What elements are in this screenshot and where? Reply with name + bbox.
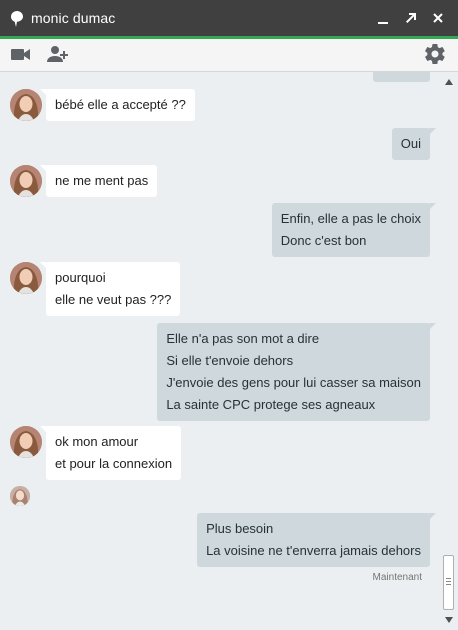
- video-camera-icon[interactable]: [11, 48, 30, 61]
- message-text: et pour la connexion: [55, 456, 173, 471]
- message-text: bébé elle a accepté ??: [55, 97, 186, 112]
- chat-title: monic dumac: [31, 10, 116, 26]
- message-text: pourquoi: [55, 270, 106, 285]
- message-text: J'envoie des gens pour lui casser sa mai…: [166, 375, 421, 390]
- contact-photo: [10, 165, 42, 197]
- message-bubble: ne me ment pas: [39, 165, 158, 197]
- message-text: ok mon amour: [55, 434, 139, 449]
- message-text: Oui: [400, 136, 421, 151]
- partial-message-bubble: [373, 72, 430, 82]
- contact-photo: [10, 426, 42, 458]
- popout-icon[interactable]: [404, 11, 418, 25]
- add-person-icon[interactable]: [47, 45, 69, 63]
- chat-bubble-icon: [11, 11, 23, 27]
- scroll-down-arrow-icon[interactable]: [444, 616, 454, 624]
- grip-icon: [446, 578, 451, 585]
- chat-title-bar[interactable]: monic dumac: [0, 0, 458, 39]
- scrollbar[interactable]: [440, 72, 458, 630]
- message-bubble: pourquoi elle ne veut pas ???: [39, 262, 181, 316]
- avatar[interactable]: [10, 262, 42, 294]
- message-bubble: ok mon amour et pour la connexion: [39, 426, 182, 480]
- scroll-up-arrow-icon[interactable]: [444, 78, 454, 86]
- scrollbar-thumb[interactable]: [443, 555, 454, 610]
- message-bubble: Oui: [391, 128, 437, 160]
- avatar[interactable]: [10, 426, 42, 458]
- avatar[interactable]: [10, 165, 42, 197]
- avatar[interactable]: [10, 89, 42, 121]
- message-list[interactable]: bébé elle a accepté ?? Oui ne me ment pa…: [0, 72, 440, 630]
- chat-toolbar: [0, 39, 458, 72]
- contact-photo: [10, 262, 42, 294]
- contact-photo: [10, 486, 30, 506]
- contact-photo: [10, 89, 42, 121]
- message-text: Donc c'est bon: [280, 233, 367, 248]
- gear-icon[interactable]: [425, 44, 445, 64]
- message-timestamp: Maintenant: [372, 572, 422, 583]
- message-bubble: Enfin, elle a pas le choix Donc c'est bo…: [271, 203, 437, 257]
- message-text: Enfin, elle a pas le choix: [280, 211, 421, 226]
- message-bubble: Plus besoin La voisine ne t'enverra jama…: [197, 513, 436, 567]
- message-text: La voisine ne t'enverra jamais dehors: [206, 543, 421, 558]
- message-text: Plus besoin: [206, 521, 274, 536]
- message-text: Elle n'a pas son mot a dire: [166, 331, 320, 346]
- message-bubble: Elle n'a pas son mot a dire Si elle t'en…: [157, 323, 436, 421]
- message-text: ne me ment pas: [55, 173, 149, 188]
- message-text: elle ne veut pas ???: [55, 292, 172, 307]
- read-receipt-avatar: [10, 486, 30, 506]
- message-text: Si elle t'envoie dehors: [166, 353, 294, 368]
- message-bubble: bébé elle a accepté ??: [40, 89, 195, 121]
- close-icon[interactable]: [431, 11, 445, 25]
- message-text: La sainte CPC protege ses agneaux: [166, 397, 376, 412]
- minimize-icon[interactable]: [376, 11, 390, 25]
